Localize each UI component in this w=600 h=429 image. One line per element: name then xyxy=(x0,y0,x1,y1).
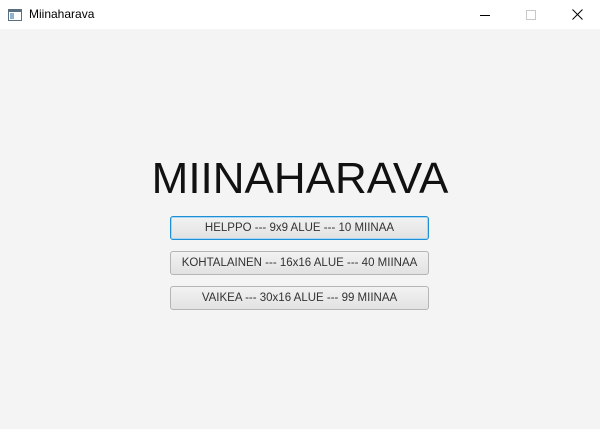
maximize-button[interactable] xyxy=(508,0,554,29)
minimize-button[interactable] xyxy=(462,0,508,29)
game-title-heading: MIINAHARAVA xyxy=(151,154,449,203)
medium-difficulty-button[interactable]: KOHTALAINEN --- 16x16 ALUE --- 40 MIINAA xyxy=(170,251,429,275)
maximize-icon xyxy=(526,9,536,20)
window-title: Miinaharava xyxy=(29,7,95,21)
title-bar[interactable]: Miinaharava xyxy=(0,0,600,29)
hard-difficulty-button[interactable]: VAIKEA --- 30x16 ALUE --- 99 MIINAA xyxy=(170,286,429,310)
easy-difficulty-button[interactable]: HELPPO --- 9x9 ALUE --- 10 MIINAA xyxy=(170,216,429,240)
main-content: MIINAHARAVA HELPPO --- 9x9 ALUE --- 10 M… xyxy=(0,29,600,429)
close-icon xyxy=(571,9,583,20)
window-app-icon xyxy=(8,8,22,21)
app-window: Miinaharava MIINAHARAVA HELPPO --- 9x9 A… xyxy=(0,0,600,429)
minimize-icon xyxy=(480,10,490,20)
close-button[interactable] xyxy=(554,0,600,29)
